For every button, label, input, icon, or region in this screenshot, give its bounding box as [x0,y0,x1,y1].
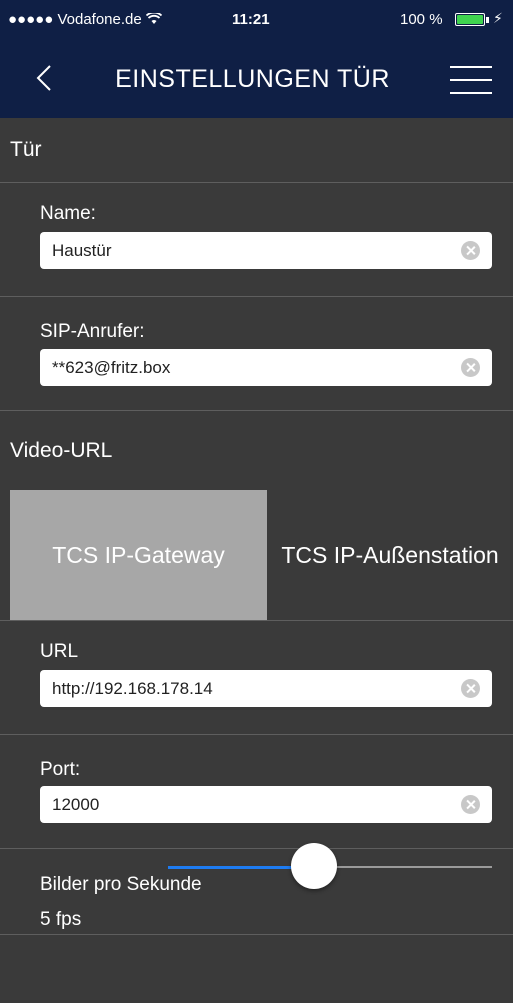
fps-row: Bilder pro Sekunde 5 fps [0,849,513,934]
port-row: Port: 12000 [0,735,513,848]
wifi-icon [145,11,163,28]
bottom-area [0,935,513,1003]
chevron-left-icon [36,65,51,91]
port-value: 12000 [52,795,100,814]
page-title: EINSTELLUNGEN TÜR [115,64,390,93]
sip-label: SIP-Anrufer: [40,321,145,342]
clear-icon[interactable] [461,795,480,814]
sip-field[interactable]: **623@fritz.box [40,349,492,386]
url-field[interactable]: http://192.168.178.14 [40,670,492,707]
url-value: http://192.168.178.14 [52,679,213,698]
segment-tcs-ip-gateway[interactable]: TCS IP-Gateway [10,490,267,620]
name-value: Haustür [52,241,112,260]
hamburger-icon-line-2 [450,79,492,81]
port-label: Port: [40,759,81,780]
sip-value: **623@fritz.box [52,358,171,377]
charging-icon: ⚡ [493,10,503,26]
menu-button[interactable] [450,62,496,98]
hamburger-icon-line-3 [450,92,492,94]
port-field[interactable]: 12000 [40,786,492,823]
name-row: Name: Haustür [0,183,513,296]
section-header-video-url: Video-URL [0,411,513,490]
sip-row: SIP-Anrufer: **623@fritz.box [0,297,513,410]
battery-percentage: 100 % [400,11,443,28]
fps-slider-thumb[interactable] [290,843,337,889]
battery-tip [486,17,489,23]
name-label: Name: [40,203,96,224]
clear-icon[interactable] [461,679,480,698]
battery-icon [455,13,485,26]
back-button[interactable] [34,60,64,100]
fps-label: Bilder pro Sekunde [40,874,202,895]
clear-icon[interactable] [461,358,480,377]
segment-tcs-ip-aussenstation[interactable]: TCS IP-Außenstation [267,490,513,620]
carrier-label: ●●●●● Vodafone.de [8,11,163,28]
navigation-bar: EINSTELLUNGEN TÜR [0,40,513,118]
slider-track-empty[interactable] [313,866,492,868]
carrier-name: ●●●●● Vodafone.de [8,11,142,28]
clear-icon[interactable] [461,241,480,260]
url-label: URL [40,641,79,662]
clock: 11:21 [232,11,270,28]
status-bar: ●●●●● Vodafone.de 11:21 100 % ⚡ [0,0,513,40]
section-header-door: Tür [0,118,513,182]
name-field[interactable]: Haustür [40,232,492,269]
fps-value: 5 fps [40,909,82,930]
hamburger-icon-line-1 [450,66,492,68]
url-row: URL http://192.168.178.14 [0,621,513,734]
